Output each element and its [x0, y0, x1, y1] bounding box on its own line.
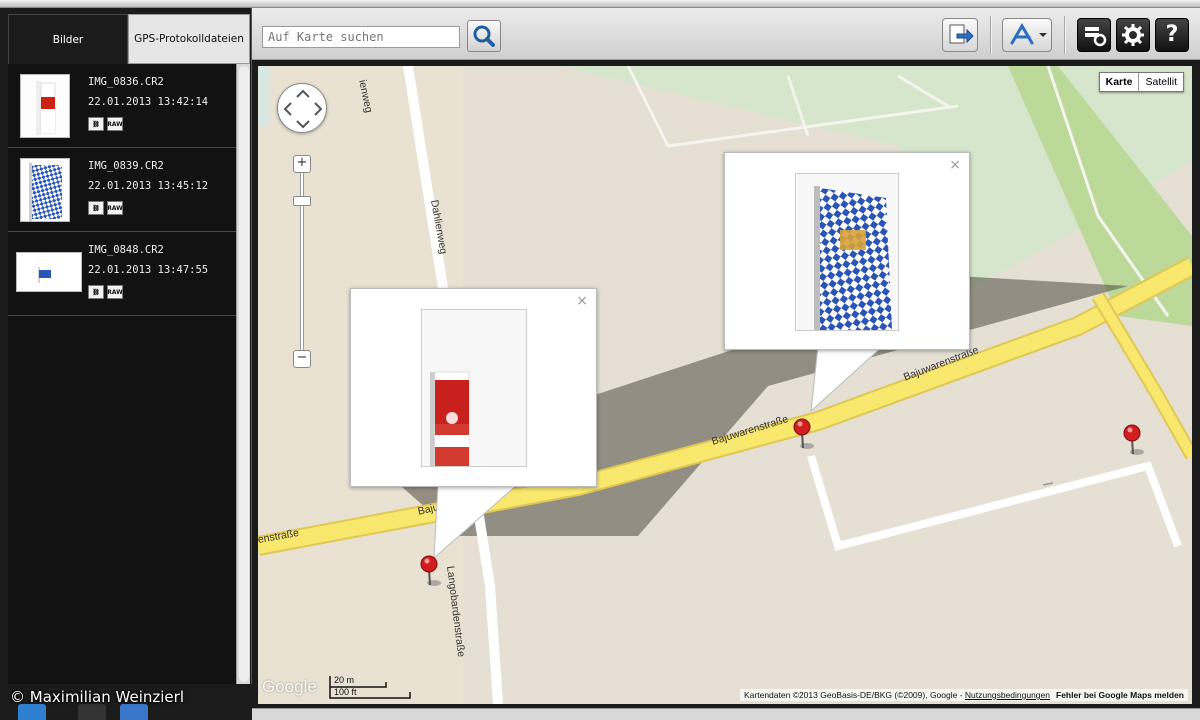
- search-button[interactable]: [467, 20, 501, 52]
- file-date: 22.01.2013 13:42:14: [88, 96, 209, 108]
- map-type-satellite-button[interactable]: Satellit: [1139, 73, 1183, 91]
- photo-popup: ×: [350, 288, 597, 487]
- file-name: IMG_0848.CR2: [88, 244, 164, 256]
- map-pin-icon[interactable]: [419, 555, 441, 587]
- status-strip: [252, 708, 1200, 720]
- copyright-watermark: © Maximilian Weinzierl: [10, 688, 184, 706]
- gps-link-icon: ⛓: [88, 117, 104, 131]
- export-to-map-icon: [949, 24, 974, 44]
- google-logo[interactable]: Google: [262, 677, 317, 697]
- scrollbar-thumb[interactable]: [239, 66, 249, 682]
- help-button[interactable]: ?: [1155, 18, 1189, 52]
- file-date: 22.01.2013 13:45:12: [88, 180, 209, 192]
- gps-link-icon: ⛓: [88, 285, 104, 299]
- photo-popup: ×: [724, 152, 970, 350]
- map-pin-icon[interactable]: [1122, 424, 1144, 456]
- list-scrollbar[interactable]: [236, 64, 250, 684]
- import-icon[interactable]: [120, 704, 148, 720]
- map-pin-icon[interactable]: [792, 418, 814, 450]
- map-scale: 20 m 100 ft: [328, 674, 412, 700]
- file-name: IMG_0836.CR2: [88, 76, 164, 88]
- image-list: IMG_0836.CR2 22.01.2013 13:42:14 ⛓ RAW I…: [8, 64, 236, 684]
- raw-badge: RAW: [107, 285, 123, 299]
- popup-photo[interactable]: [421, 309, 527, 467]
- toolbar: ?: [252, 8, 1200, 60]
- zoom-out-button[interactable]: −: [293, 350, 311, 368]
- popup-photo[interactable]: [795, 173, 899, 331]
- zoom-slider-track[interactable]: [300, 160, 304, 360]
- scale-imperial: 100 ft: [334, 687, 357, 697]
- export-button[interactable]: [942, 18, 978, 52]
- settings-button[interactable]: [1116, 18, 1150, 52]
- settings-icon: [1122, 24, 1144, 46]
- image-thumbnail[interactable]: [16, 252, 82, 292]
- tab-gps-logs[interactable]: GPS-Protokolldateien: [128, 14, 250, 64]
- raw-badge: RAW: [107, 201, 123, 215]
- file-name: IMG_0839.CR2: [88, 160, 164, 172]
- list-item[interactable]: IMG_0836.CR2 22.01.2013 13:42:14 ⛓ RAW: [8, 64, 236, 148]
- tools-icon: [1085, 27, 1107, 47]
- tools-button[interactable]: [1077, 18, 1111, 52]
- search-icon: [473, 25, 495, 47]
- raw-badge: RAW: [107, 117, 123, 131]
- left-panel: Bilder GPS-Protokolldateien IMG_0836.CR2…: [0, 8, 252, 720]
- app-window: Bilder GPS-Protokolldateien IMG_0836.CR2…: [0, 0, 1200, 720]
- app-menu-button[interactable]: [1002, 18, 1052, 52]
- list-item[interactable]: IMG_0848.CR2 22.01.2013 13:47:55 ⛓ RAW: [8, 232, 236, 316]
- map-attribution: Kartendaten ©2013 GeoBasis-DE/BKG (©2009…: [740, 689, 1188, 701]
- map-view[interactable]: ienweg Dahlienweg Bajuwarenstraße Bajuwa…: [258, 66, 1192, 704]
- close-icon[interactable]: ×: [949, 157, 961, 173]
- add-images-icon[interactable]: [18, 704, 46, 720]
- map-type-switcher: Karte Satellit: [1098, 72, 1184, 92]
- title-bar: [0, 0, 1200, 8]
- file-date: 22.01.2013 13:47:55: [88, 264, 209, 276]
- scale-metric: 20 m: [334, 675, 355, 685]
- terms-link[interactable]: Nutzungsbedingungen: [965, 690, 1050, 700]
- image-thumbnail[interactable]: [20, 158, 70, 222]
- report-error-link[interactable]: Fehler bei Google Maps melden: [1056, 690, 1184, 700]
- zoom-slider-handle[interactable]: [293, 196, 311, 206]
- attribution-text: Kartendaten ©2013 GeoBasis-DE/BKG (©2009…: [744, 690, 965, 700]
- map-search-input[interactable]: [262, 26, 460, 48]
- tab-images[interactable]: Bilder: [8, 14, 128, 64]
- list-item[interactable]: IMG_0839.CR2 22.01.2013 13:45:12 ⛓ RAW: [8, 148, 236, 232]
- help-icon: ?: [1165, 22, 1179, 47]
- map-frame: ienweg Dahlienweg Bajuwarenstraße Bajuwa…: [252, 60, 1200, 708]
- close-icon[interactable]: ×: [576, 293, 588, 309]
- gps-link-icon: ⛓: [88, 201, 104, 215]
- image-thumbnail[interactable]: [20, 74, 70, 138]
- app-store-icon: [1010, 23, 1047, 45]
- pan-control[interactable]: [277, 83, 327, 133]
- zoom-in-button[interactable]: +: [293, 155, 311, 173]
- map-type-map-button[interactable]: Karte: [1100, 73, 1140, 91]
- remove-icon[interactable]: [78, 704, 106, 720]
- pan-arrows-icon: [283, 89, 323, 129]
